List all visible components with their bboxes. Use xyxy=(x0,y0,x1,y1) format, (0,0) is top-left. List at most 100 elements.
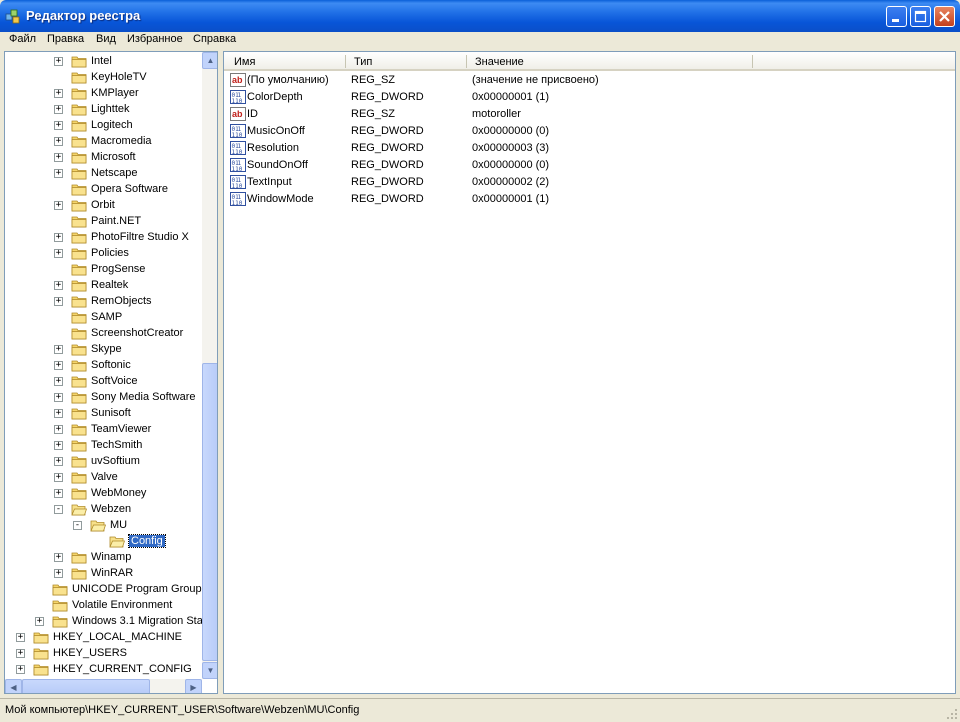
tree-node[interactable]: KeyHoleTV xyxy=(5,70,202,86)
expand-icon[interactable]: + xyxy=(54,489,63,498)
tree-node-label[interactable]: HKEY_CURRENT_CONFIG xyxy=(53,663,192,675)
tree-node[interactable]: + WinRAR xyxy=(5,566,202,582)
tree-node-label[interactable]: HKEY_LOCAL_MACHINE xyxy=(53,631,182,643)
expand-icon[interactable]: + xyxy=(35,617,44,626)
tree-node-label[interactable]: Skype xyxy=(91,343,122,355)
expand-icon[interactable]: + xyxy=(54,473,63,482)
tree-node-label[interactable]: Paint.NET xyxy=(91,215,141,227)
tree-node-label[interactable]: WinRAR xyxy=(91,567,133,579)
tree-node-label[interactable]: Logitech xyxy=(91,119,133,131)
tree-node-label[interactable]: UNICODE Program Groups xyxy=(72,583,207,595)
tree-node-label[interactable]: Windows 3.1 Migration Status xyxy=(72,615,217,627)
collapse-icon[interactable]: - xyxy=(54,505,63,514)
tree-node[interactable]: + Orbit xyxy=(5,198,202,214)
expand-icon[interactable]: + xyxy=(54,553,63,562)
column-separator[interactable] xyxy=(345,55,346,68)
expand-icon[interactable]: + xyxy=(54,89,63,98)
tree-node-label[interactable]: Macromedia xyxy=(91,135,152,147)
tree-node-label[interactable]: Lighttek xyxy=(91,103,130,115)
tree-node-label[interactable]: SoftVoice xyxy=(91,375,137,387)
menu-view[interactable]: Вид xyxy=(96,33,116,45)
column-name-header[interactable]: Имя xyxy=(234,56,255,68)
minimize-button[interactable] xyxy=(886,6,907,27)
scroll-right-button[interactable]: ▶ xyxy=(185,679,202,693)
expand-icon[interactable]: + xyxy=(16,649,25,658)
value-row[interactable]: ab ID REG_SZ motoroller xyxy=(224,106,955,123)
tree-node-label[interactable]: Config xyxy=(128,534,166,548)
expand-icon[interactable]: + xyxy=(54,361,63,370)
column-value-header[interactable]: Значение xyxy=(475,56,524,68)
tree-node-label[interactable]: Winamp xyxy=(91,551,131,563)
tree-node[interactable]: + Winamp xyxy=(5,550,202,566)
column-separator[interactable] xyxy=(752,55,753,68)
tree-node[interactable]: + Sony Media Software xyxy=(5,390,202,406)
expand-icon[interactable]: + xyxy=(54,249,63,258)
expand-icon[interactable]: + xyxy=(54,393,63,402)
tree-node-label[interactable]: ScreenshotCreator xyxy=(91,327,183,339)
value-row[interactable]: 01 1 110 MusicOnOff REG_DWORD 0x00000000 (0) xyxy=(224,123,955,140)
menu-favorites[interactable]: Избранное xyxy=(127,33,183,45)
tree-node[interactable]: + HKEY_LOCAL_MACHINE xyxy=(5,630,202,646)
close-button[interactable] xyxy=(934,6,955,27)
tree-horizontal-scrollbar[interactable]: ◀ ▶ xyxy=(5,679,202,693)
scroll-up-button[interactable]: ▲ xyxy=(202,52,217,69)
expand-icon[interactable]: + xyxy=(54,569,63,578)
tree-node[interactable]: + WebMoney xyxy=(5,486,202,502)
tree-node-label[interactable]: PhotoFiltre Studio X xyxy=(91,231,189,243)
tree-node[interactable]: ProgSense xyxy=(5,262,202,278)
column-separator[interactable] xyxy=(466,55,467,68)
tree-node[interactable]: Config xyxy=(5,534,202,550)
expand-icon[interactable]: + xyxy=(54,137,63,146)
tree-node-label[interactable]: Sunisoft xyxy=(91,407,131,419)
tree-node[interactable]: + SoftVoice xyxy=(5,374,202,390)
tree-node[interactable]: ScreenshotCreator xyxy=(5,326,202,342)
value-row[interactable]: 01 1 110 TextInput REG_DWORD 0x00000002 (2) xyxy=(224,174,955,191)
tree-node[interactable]: UNICODE Program Groups xyxy=(5,582,207,598)
value-row[interactable]: 01 1 110 WindowMode REG_DWORD 0x00000001 (1) xyxy=(224,191,955,208)
expand-icon[interactable]: + xyxy=(54,169,63,178)
expand-icon[interactable]: + xyxy=(54,281,63,290)
tree-node[interactable]: Volatile Environment xyxy=(5,598,202,614)
expand-icon[interactable]: + xyxy=(54,345,63,354)
tree-node[interactable]: + Windows 3.1 Migration Status xyxy=(5,614,217,630)
tree-scroll-thumb[interactable] xyxy=(202,363,217,661)
expand-icon[interactable]: + xyxy=(54,425,63,434)
values-list[interactable]: Имя Тип Значение ab (По умолчанию) REG_SZ (… xyxy=(223,51,956,694)
tree-node[interactable]: + Policies xyxy=(5,246,202,262)
expand-icon[interactable]: + xyxy=(54,457,63,466)
tree-node[interactable]: SAMP xyxy=(5,310,202,326)
expand-icon[interactable]: + xyxy=(54,441,63,450)
expand-icon[interactable]: + xyxy=(16,665,25,674)
tree-node[interactable]: + TechSmith xyxy=(5,438,202,454)
menu-file[interactable]: Файл xyxy=(9,33,36,45)
tree-node-label[interactable]: Realtek xyxy=(91,279,128,291)
scroll-down-button[interactable]: ▼ xyxy=(202,662,217,679)
tree-node-label[interactable]: HKEY_USERS xyxy=(53,647,127,659)
value-row[interactable]: 01 1 110 ColorDepth REG_DWORD 0x00000001 (1) xyxy=(224,89,955,106)
tree-node-label[interactable]: WebMoney xyxy=(91,487,146,499)
tree-hscroll-thumb[interactable] xyxy=(22,679,150,693)
tree-node-label[interactable]: Intel xyxy=(91,55,112,67)
tree-node[interactable]: + Lighttek xyxy=(5,102,202,118)
tree-node[interactable]: + Netscape xyxy=(5,166,202,182)
tree-node[interactable]: + Valve xyxy=(5,470,202,486)
expand-icon[interactable]: + xyxy=(54,377,63,386)
scroll-left-button[interactable]: ◀ xyxy=(5,679,22,693)
value-row[interactable]: ab (По умолчанию) REG_SZ (значение не присв… xyxy=(224,72,955,89)
tree-node[interactable]: + Macromedia xyxy=(5,134,202,150)
tree-node[interactable]: + Microsoft xyxy=(5,150,202,166)
column-type-header[interactable]: Тип xyxy=(354,56,372,68)
tree-node-label[interactable]: Netscape xyxy=(91,167,137,179)
tree-node[interactable]: Opera Software xyxy=(5,182,202,198)
tree-node-label[interactable]: Valve xyxy=(91,471,118,483)
tree-vertical-scrollbar[interactable]: ▲ ▼ xyxy=(202,52,217,679)
expand-icon[interactable]: + xyxy=(54,297,63,306)
tree-node-label[interactable]: Sony Media Software xyxy=(91,391,196,403)
tree-node[interactable]: + Sunisoft xyxy=(5,406,202,422)
collapse-icon[interactable]: - xyxy=(73,521,82,530)
tree-node[interactable]: + TeamViewer xyxy=(5,422,202,438)
tree-node[interactable]: + KMPlayer xyxy=(5,86,202,102)
tree-node-label[interactable]: uvSoftium xyxy=(91,455,140,467)
expand-icon[interactable]: + xyxy=(54,233,63,242)
tree-node[interactable]: + PhotoFiltre Studio X xyxy=(5,230,202,246)
